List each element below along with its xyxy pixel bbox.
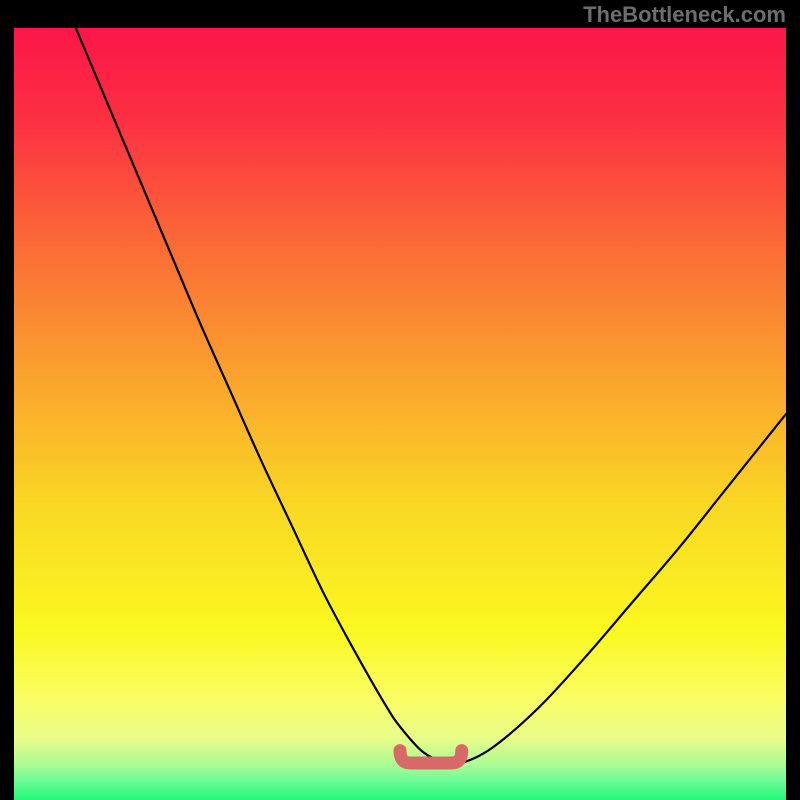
bottleneck-chart	[14, 28, 786, 800]
heat-gradient-bg	[14, 28, 786, 800]
watermark-text: TheBottleneck.com	[583, 2, 786, 28]
chart-frame	[14, 28, 786, 800]
